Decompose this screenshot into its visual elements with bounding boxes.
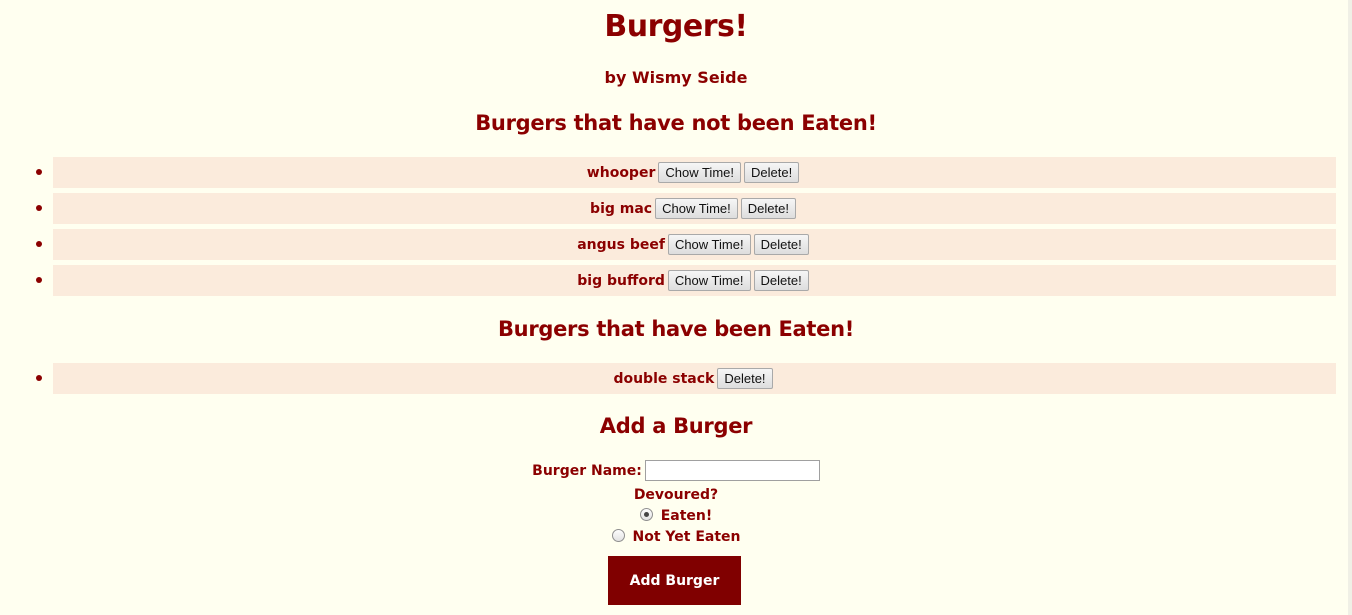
bullet-icon [36,375,42,381]
bullet-icon [36,241,42,247]
devoured-label: Devoured? [633,487,719,503]
not-eaten-option-label: Not Yet Eaten [632,529,741,545]
page-title: Burgers! [604,9,748,44]
burger-name-label: Burger Name: [532,462,642,479]
page-subtitle: by Wismy Seide [604,68,748,87]
eaten-list: double stack Delete! [0,363,1352,399]
burger-row-band: double stack Delete! [53,363,1336,394]
bullet-icon [36,205,42,211]
delete-button[interactable]: Delete! [740,198,796,219]
window-edge [1348,0,1352,615]
burger-name: angus beef [577,236,665,253]
burger-page: Burgers! by Wismy Seide Burgers that hav… [0,0,1352,615]
burger-name-input[interactable] [644,460,820,481]
eaten-heading: Burgers that have been Eaten! [497,317,855,341]
delete-button[interactable]: Delete! [717,368,773,389]
burger-row-band: big bufford Chow Time! Delete! [53,265,1336,296]
eaten-option-row: Eaten! [0,507,1352,525]
add-burger-heading: Add a Burger [599,414,753,438]
bullet-icon [36,277,42,283]
burger-name: big bufford [577,272,665,289]
not-eaten-option-row: Not Yet Eaten [0,528,1352,546]
not-eaten-heading: Burgers that have not been Eaten! [475,111,877,135]
not-eaten-list: whooper Chow Time! Delete! big mac Chow … [0,157,1352,301]
burger-name-row: Burger Name: [0,460,1352,481]
delete-button[interactable]: Delete! [753,270,809,291]
list-item: double stack Delete! [0,363,1352,394]
list-item: big bufford Chow Time! Delete! [0,265,1352,296]
delete-button[interactable]: Delete! [753,234,809,255]
eaten-option-label: Eaten! [660,508,713,524]
chow-time-button[interactable]: Chow Time! [655,198,738,219]
add-burger-button[interactable]: Add Burger [608,556,741,605]
eaten-radio[interactable] [639,507,653,521]
burger-row-band: whooper Chow Time! Delete! [53,157,1336,188]
list-item: whooper Chow Time! Delete! [0,157,1352,188]
not-eaten-radio[interactable] [611,528,625,542]
chow-time-button[interactable]: Chow Time! [667,234,751,255]
chow-time-button[interactable]: Chow Time! [667,270,751,291]
bullet-icon [36,169,42,175]
burger-name: whooper [586,164,656,181]
chow-time-button[interactable]: Chow Time! [658,162,741,183]
burger-name: big mac [590,200,653,217]
burger-row-band: angus beef Chow Time! Delete! [53,229,1336,260]
list-item: big mac Chow Time! Delete! [0,193,1352,224]
burger-name: double stack [613,370,715,387]
list-item: angus beef Chow Time! Delete! [0,229,1352,260]
delete-button[interactable]: Delete! [744,162,800,183]
burger-row-band: big mac Chow Time! Delete! [53,193,1336,224]
